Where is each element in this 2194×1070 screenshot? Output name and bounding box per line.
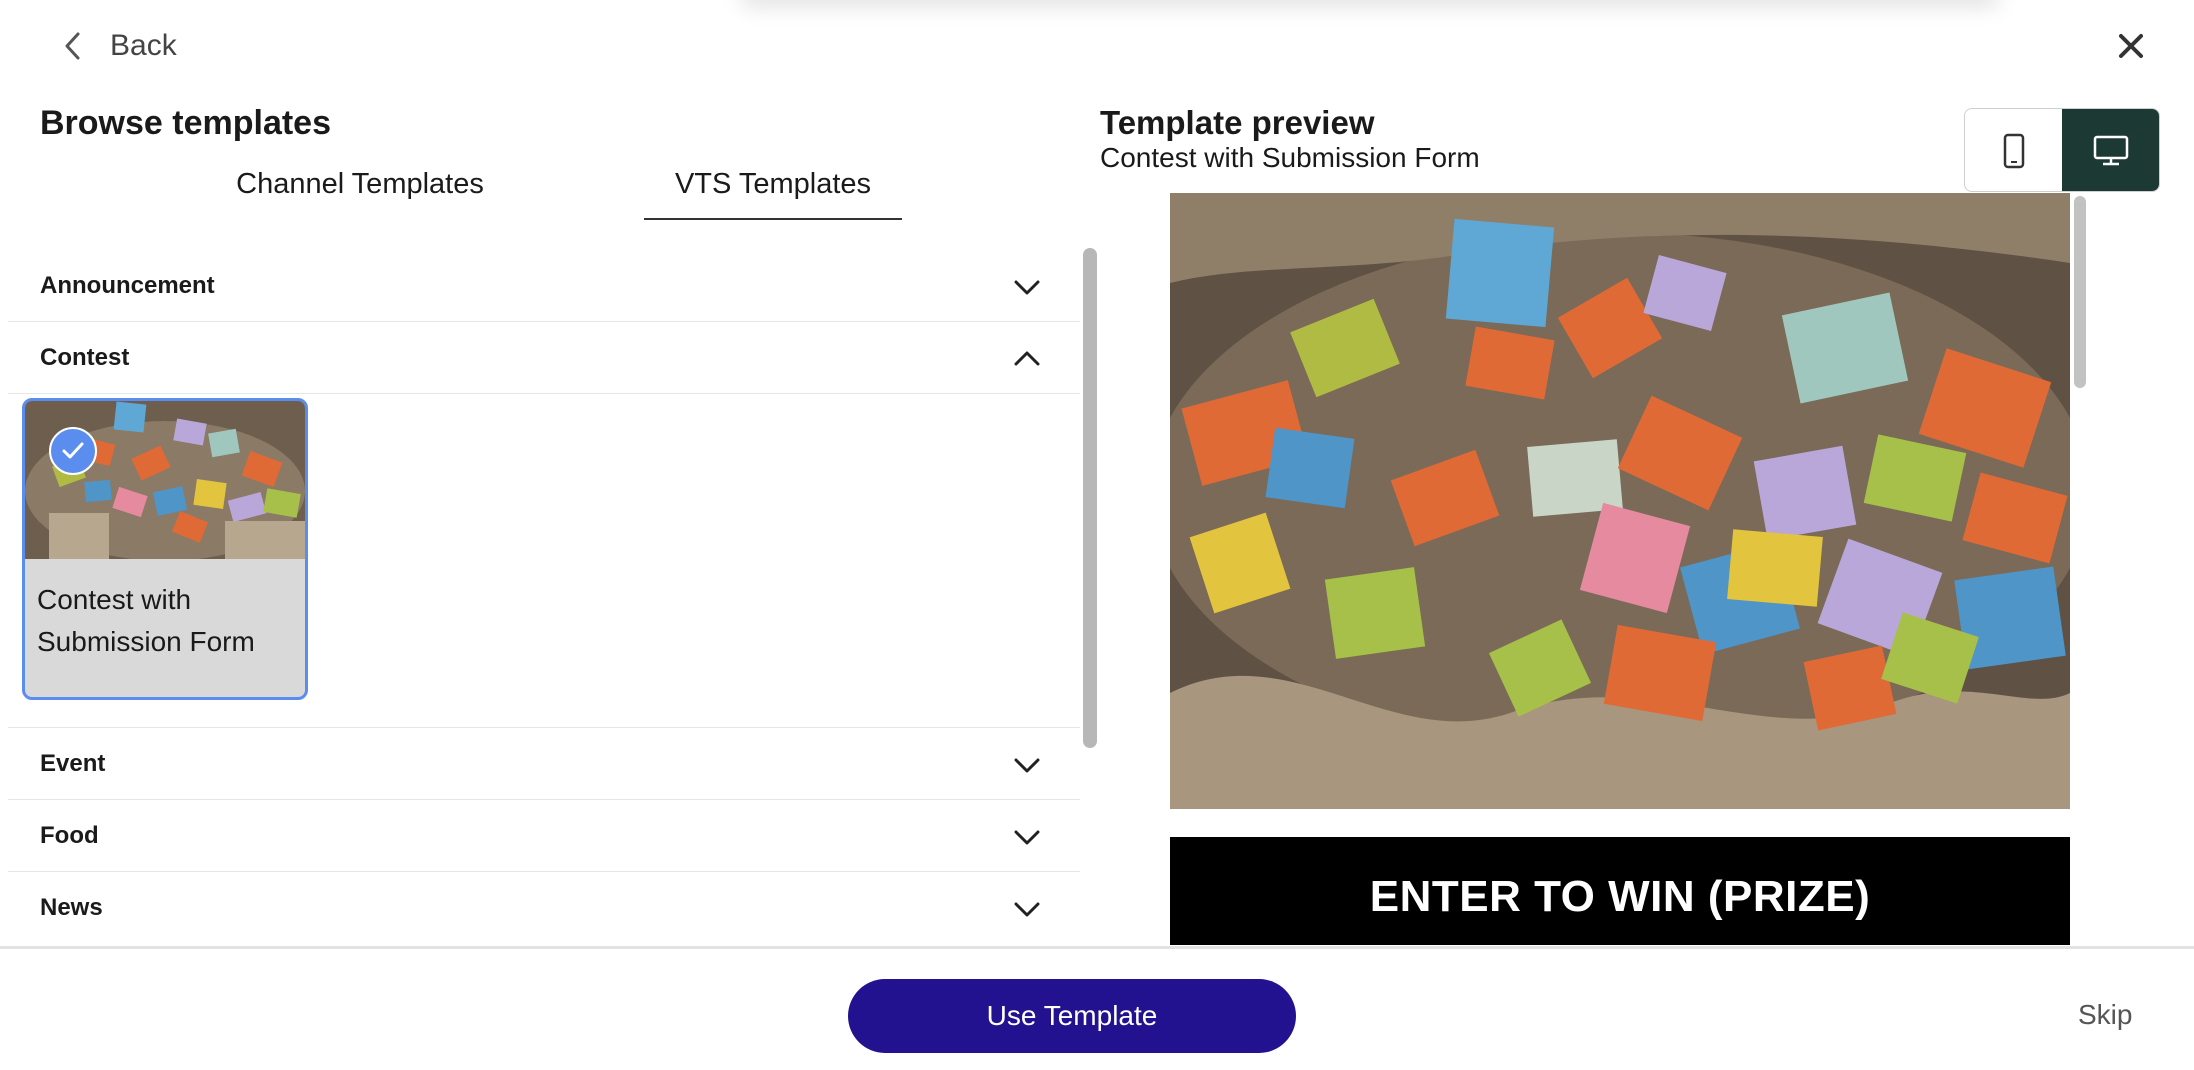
category-list-scrollbar[interactable] (1083, 248, 1097, 748)
category-label: News (40, 893, 103, 921)
template-preview-title: Template preview (1100, 104, 1375, 141)
skip-button[interactable]: Skip (2078, 999, 2132, 1031)
close-icon (2119, 34, 2143, 58)
template-preview-subtitle: Contest with Submission Form (1100, 142, 1480, 173)
template-card-contest[interactable]: Contest with Submission Form (22, 398, 308, 700)
footer-bar: Use Template Skip (0, 946, 2194, 1070)
category-event[interactable]: Event (8, 728, 1080, 800)
template-browser-dialog: Back Browse templates Channel Templates … (0, 0, 2194, 1070)
chevron-up-icon (1014, 351, 1040, 366)
preview-hero-image (1170, 193, 2070, 809)
template-thumbnail (25, 401, 305, 559)
device-toggle (1964, 108, 2160, 192)
category-label: Food (40, 821, 99, 849)
desktop-icon (2093, 135, 2128, 166)
checkmark-icon (62, 442, 84, 459)
browse-templates-title: Browse templates (40, 104, 331, 142)
desktop-view-button[interactable] (2062, 109, 2159, 191)
preview-scrollbar[interactable] (2074, 196, 2086, 388)
category-food[interactable]: Food (8, 800, 1080, 872)
close-button[interactable] (2113, 28, 2149, 64)
category-list: Announcement Contest Contest with Submis… (8, 250, 1080, 940)
template-card-title: Contest with Submission Form (37, 584, 255, 657)
category-announcement[interactable]: Announcement (8, 250, 1080, 322)
category-label: Contest (40, 343, 130, 371)
back-button[interactable]: Back (62, 22, 177, 70)
contest-templates: Contest with Submission Form (8, 394, 1080, 728)
selected-check (49, 427, 97, 475)
category-label: Event (40, 749, 106, 777)
chevron-left-icon (65, 32, 80, 60)
template-preview-frame[interactable]: ENTER TO WIN (PRIZE) (1170, 193, 2070, 945)
use-template-button[interactable]: Use Template (848, 979, 1296, 1053)
category-label: Announcement (40, 271, 215, 299)
preview-banner: ENTER TO WIN (PRIZE) (1170, 837, 2070, 945)
tab-vts-templates[interactable]: VTS Templates (644, 168, 902, 220)
chevron-down-icon (1014, 830, 1040, 845)
chevron-down-icon (1014, 280, 1040, 295)
tab-channel-templates[interactable]: Channel Templates (210, 168, 510, 220)
category-news[interactable]: News (8, 872, 1080, 940)
mobile-icon (2003, 133, 2024, 169)
back-label: Back (110, 29, 177, 62)
mobile-view-button[interactable] (1965, 109, 2062, 191)
category-contest[interactable]: Contest (8, 322, 1080, 394)
chevron-down-icon (1014, 902, 1040, 917)
chevron-down-icon (1014, 758, 1040, 773)
